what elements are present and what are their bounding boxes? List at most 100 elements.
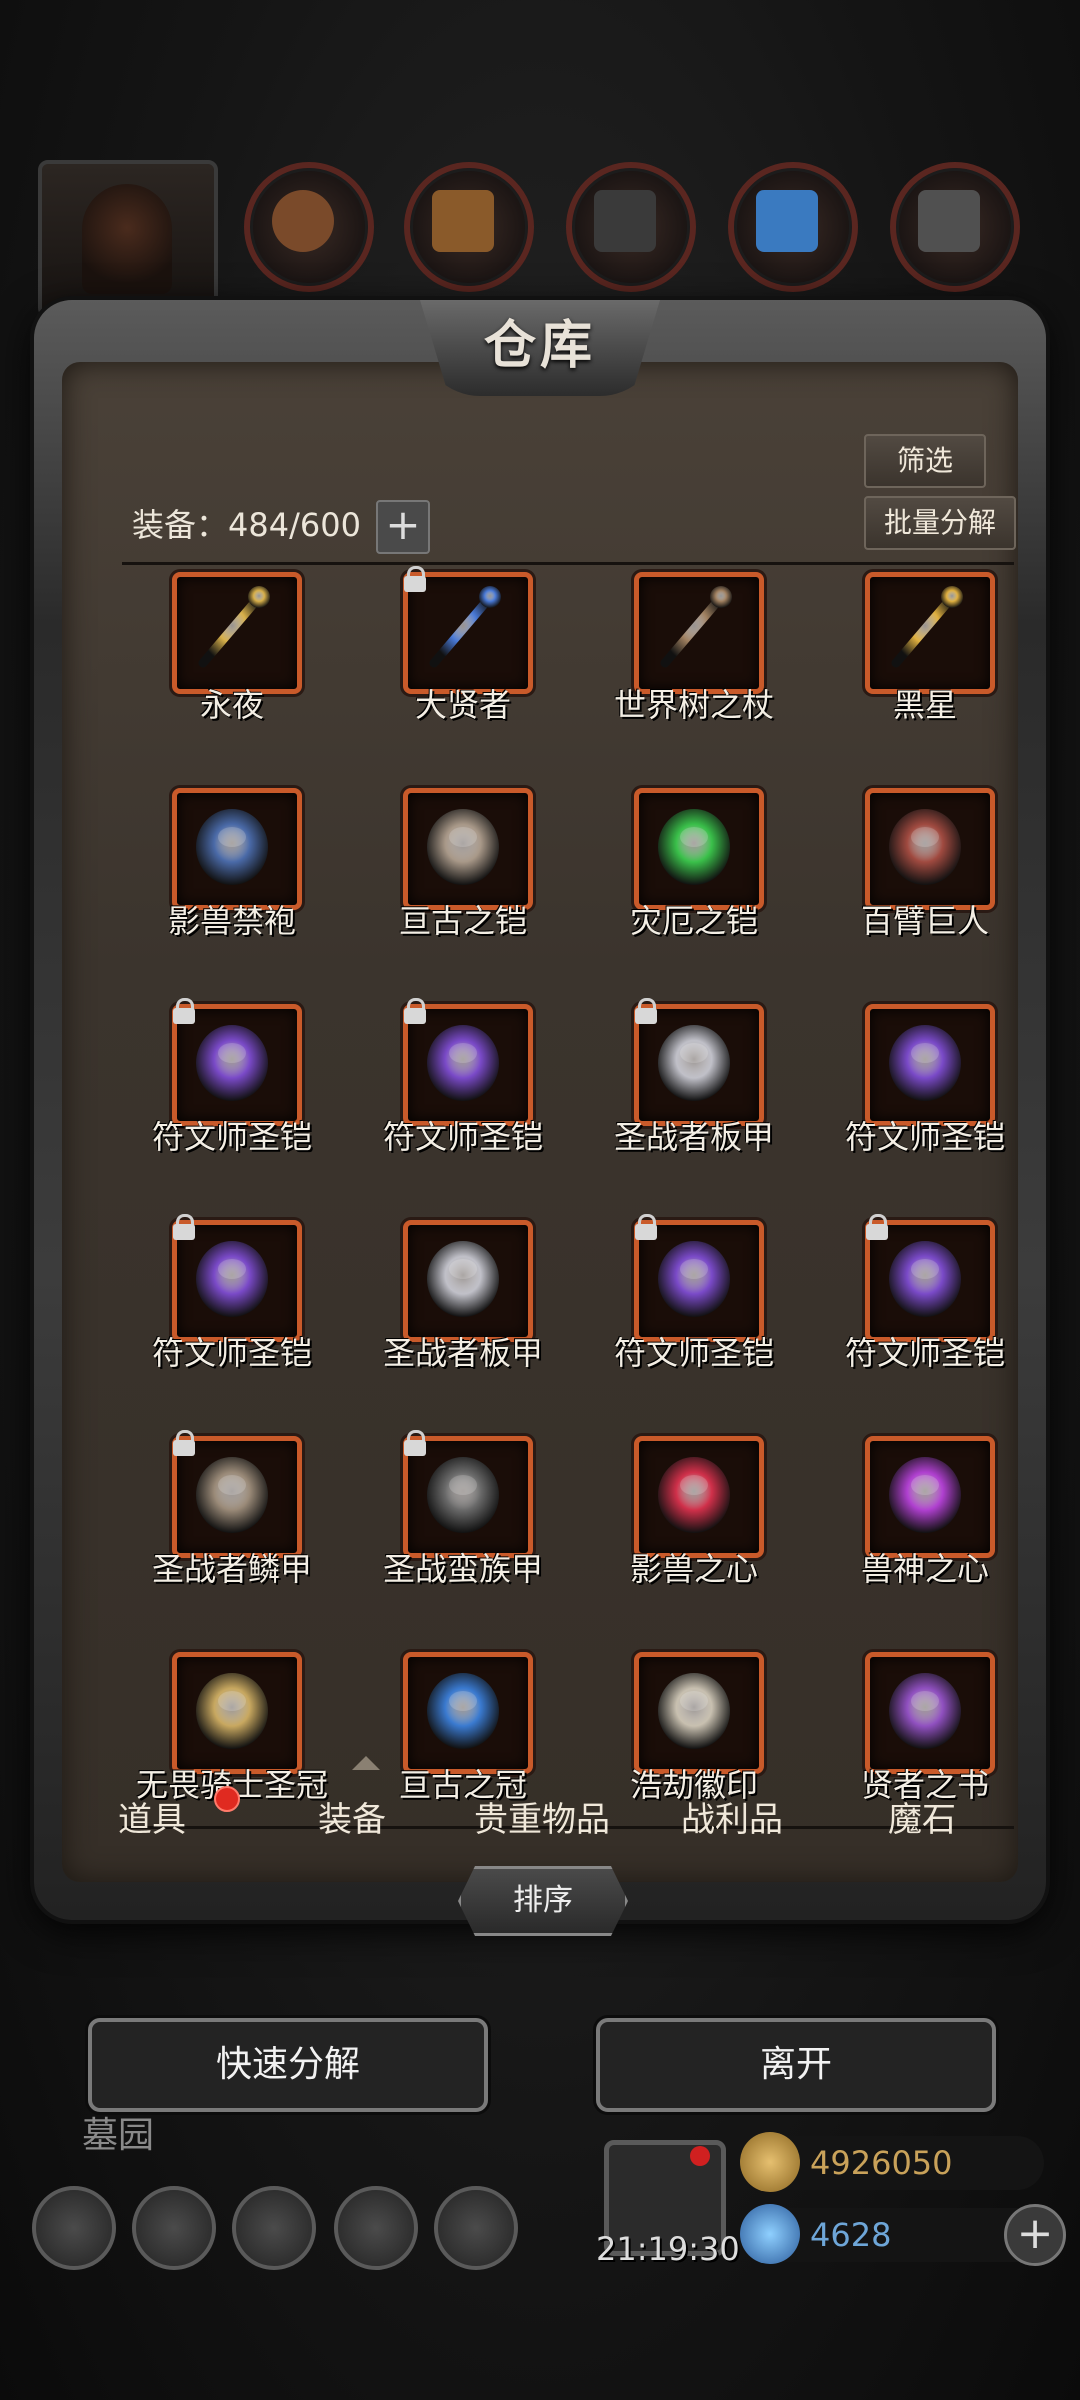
item-slot xyxy=(865,788,995,910)
lock-icon xyxy=(634,998,658,1024)
divider xyxy=(122,562,1014,565)
tab-equipment[interactable]: 装备 xyxy=(252,1770,452,1870)
item-name: 圣战蛮族甲 xyxy=(382,1550,543,1588)
inventory-item[interactable]: 符文师圣铠 xyxy=(815,1004,1035,1204)
location-label: 墓园 xyxy=(82,2115,155,2156)
gold-counter: 4926050 xyxy=(740,2132,1044,2192)
inventory-item[interactable]: 符文师圣铠 xyxy=(122,1214,342,1420)
item-slot xyxy=(634,1436,764,1558)
tab-valuables[interactable]: 贵重物品 xyxy=(442,1770,642,1870)
lock-icon xyxy=(403,1430,427,1456)
resource-slot-ore xyxy=(244,162,374,292)
panel-body: 筛选 批量分解 装备：484/600 + 永夜 大贤者 世界树之杖 黑星 影兽禁袍 亘古之… xyxy=(62,362,1018,1882)
lock-icon xyxy=(403,998,427,1024)
inventory-item[interactable]: 符文师圣铠 xyxy=(353,998,573,1204)
blue-robe-icon xyxy=(196,809,268,885)
menu-star-icon[interactable] xyxy=(132,2186,216,2270)
lock-icon xyxy=(172,998,196,1024)
menu-mail-icon[interactable] xyxy=(334,2186,418,2270)
purple-armor-icon xyxy=(889,1241,961,1317)
inventory-item[interactable]: 影兽之心 xyxy=(584,1436,804,1636)
item-slot xyxy=(865,1004,995,1126)
lock-icon xyxy=(634,1214,658,1240)
inventory-item[interactable]: 世界树之杖 xyxy=(584,572,804,772)
item-name: 大贤者 xyxy=(414,686,511,724)
lock-icon xyxy=(172,1214,196,1240)
inventory-item[interactable]: 大贤者 xyxy=(353,566,573,772)
inventory-item[interactable]: 符文师圣铠 xyxy=(584,1214,804,1420)
purple-heart-gem-icon xyxy=(889,1457,961,1533)
item-slot xyxy=(865,572,995,694)
item-slot xyxy=(172,1652,302,1774)
inventory-item[interactable]: 百臂巨人 xyxy=(815,788,1035,988)
scale-armor-icon xyxy=(196,1457,268,1533)
inventory-item[interactable]: 亘古之铠 xyxy=(353,788,573,988)
panel-title: 仓库 xyxy=(483,315,596,376)
event-timer: 21:19:30 xyxy=(596,2230,740,2268)
inventory-item[interactable]: 永夜 xyxy=(122,572,342,772)
item-name: 符文师圣铠 xyxy=(151,1334,312,1372)
item-name: 符文师圣铠 xyxy=(844,1334,1005,1372)
item-name: 亘古之铠 xyxy=(398,902,527,940)
item-name: 圣战者板甲 xyxy=(382,1334,543,1372)
item-name: 灾厄之铠 xyxy=(629,902,758,940)
inventory-item[interactable]: 符文师圣铠 xyxy=(122,998,342,1204)
storage-panel: 筛选 批量分解 装备：484/600 + 永夜 大贤者 世界树之杖 黑星 影兽禁袍 亘古之… xyxy=(34,300,1046,1936)
red-armor-icon xyxy=(889,809,961,885)
add-slot-button[interactable]: + xyxy=(376,500,430,554)
filter-button[interactable]: 筛选 xyxy=(864,434,986,488)
quick-decompose-button[interactable]: 快速分解 xyxy=(88,2018,488,2112)
red-heart-gem-icon xyxy=(658,1457,730,1533)
inventory-item[interactable]: 符文师圣铠 xyxy=(815,1214,1035,1420)
item-slot xyxy=(172,788,302,910)
purple-armor-icon xyxy=(889,1025,961,1101)
leave-button[interactable]: 离开 xyxy=(596,2018,996,2112)
inventory-item[interactable]: 圣战者板甲 xyxy=(584,998,804,1204)
item-name: 影兽之心 xyxy=(629,1550,758,1588)
purple-armor-icon xyxy=(196,1241,268,1317)
blue-crown-icon xyxy=(427,1673,499,1749)
tab-magic-stones[interactable]: 魔石 xyxy=(832,1770,1012,1870)
item-name: 符文师圣铠 xyxy=(382,1118,543,1156)
active-tab-indicator xyxy=(352,1756,380,1770)
inventory-item[interactable]: 兽神之心 xyxy=(815,1436,1035,1636)
item-name: 圣战者板甲 xyxy=(613,1118,774,1156)
sort-button[interactable]: 排序 xyxy=(458,1866,628,1936)
item-slot xyxy=(403,788,533,910)
inventory-item[interactable]: 黑星 xyxy=(815,572,1035,772)
item-name: 永夜 xyxy=(199,686,264,724)
golden-mace-icon xyxy=(891,586,963,668)
purple-book-icon xyxy=(889,1673,961,1749)
character-portrait[interactable] xyxy=(38,160,218,318)
lock-icon xyxy=(403,566,427,592)
item-slot xyxy=(634,788,764,910)
silver-seal-icon xyxy=(658,1673,730,1749)
item-slot xyxy=(172,572,302,694)
tab-items[interactable]: 道具 xyxy=(62,1770,242,1870)
menu-handshake-icon[interactable] xyxy=(434,2186,518,2270)
batch-decompose-button[interactable]: 批量分解 xyxy=(864,496,1016,550)
item-name: 符文师圣铠 xyxy=(613,1334,774,1372)
inventory-item[interactable]: 圣战蛮族甲 xyxy=(353,1430,573,1636)
purple-armor-icon xyxy=(196,1025,268,1101)
inventory-item[interactable]: 灾厄之铠 xyxy=(584,788,804,988)
resource-slot-steel xyxy=(890,162,1020,292)
item-slot xyxy=(634,572,764,694)
inventory-item[interactable]: 圣战者板甲 xyxy=(353,1220,573,1420)
knight-helmet-icon xyxy=(196,1673,268,1749)
purple-armor-icon xyxy=(427,1025,499,1101)
gold-amount: 4926050 xyxy=(810,2144,953,2182)
item-name: 世界树之杖 xyxy=(613,686,774,724)
silver-armor-icon xyxy=(658,1025,730,1101)
resource-slot-crystal xyxy=(728,162,858,292)
golden-spear-icon xyxy=(198,586,270,668)
inventory-item[interactable]: 影兽禁袍 xyxy=(122,788,342,988)
tab-loot[interactable]: 战利品 xyxy=(642,1770,822,1870)
add-gems-button[interactable]: + xyxy=(1004,2204,1066,2266)
inventory-item[interactable]: 圣战者鳞甲 xyxy=(122,1430,342,1636)
menu-gear-icon[interactable] xyxy=(32,2186,116,2270)
item-slot xyxy=(403,1220,533,1342)
item-name: 影兽禁袍 xyxy=(167,902,296,940)
item-slot xyxy=(403,1652,533,1774)
menu-shop-icon[interactable] xyxy=(232,2186,316,2270)
